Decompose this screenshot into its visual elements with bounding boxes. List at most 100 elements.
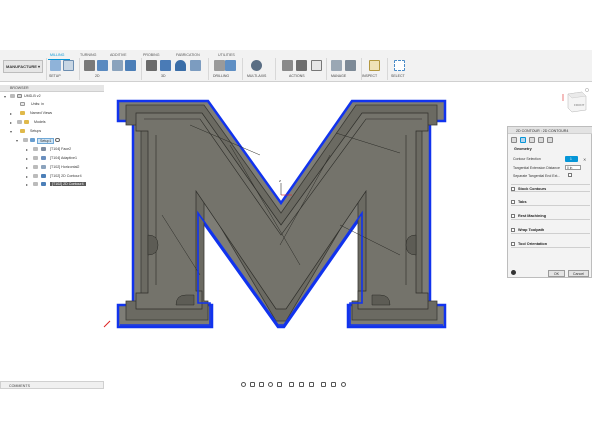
expand-icon[interactable]: ▸ xyxy=(26,156,28,161)
ok-button[interactable]: OK xyxy=(548,270,565,277)
visibility-icon[interactable] xyxy=(33,182,38,186)
fit-icon[interactable] xyxy=(277,382,282,387)
post-process-icon[interactable] xyxy=(296,60,307,71)
visibility-icon[interactable] xyxy=(17,120,22,124)
drill-icon[interactable] xyxy=(214,60,225,71)
fusion-cam-window: MANUFACTURE ▾ MILLING TURNING ADDITIVE P… xyxy=(0,0,592,444)
geometry-tab-icon[interactable] xyxy=(520,137,526,143)
setup-sheet-icon[interactable] xyxy=(63,60,74,71)
display-settings-icon[interactable] xyxy=(289,382,294,387)
expand-icon[interactable]: ▸ xyxy=(26,174,28,179)
section-wrap-toolpath[interactable]: Wrap Toolpath xyxy=(511,226,590,234)
workspace-dropdown[interactable]: MANUFACTURE ▾ xyxy=(3,60,43,73)
tool-library-icon[interactable] xyxy=(331,60,342,71)
2d-pocket-icon[interactable] xyxy=(97,60,108,71)
linking-tab-icon[interactable] xyxy=(547,137,553,143)
group-manage[interactable]: MANAGE xyxy=(331,74,346,78)
tool-tab-icon[interactable] xyxy=(511,137,517,143)
expand-icon[interactable]: ▸ xyxy=(10,120,12,125)
contour-operation-icon xyxy=(41,174,46,178)
section-geometry[interactable]: Geometry xyxy=(511,145,590,153)
comments-panel[interactable]: COMMENTS xyxy=(0,381,104,389)
section-title: Wrap Toolpath xyxy=(518,228,545,232)
expand-icon[interactable]: ▾ xyxy=(4,94,6,99)
look-at-icon[interactable] xyxy=(250,382,255,387)
pocket-clearing-icon[interactable] xyxy=(160,60,171,71)
section-stock-contours[interactable]: Stock Contours xyxy=(511,184,590,192)
activate-icon[interactable] xyxy=(55,138,60,142)
group-select[interactable]: SELECT xyxy=(391,74,405,78)
tab-milling[interactable]: MILLING xyxy=(50,53,64,57)
orbit-icon[interactable] xyxy=(241,382,246,387)
simulate-icon[interactable] xyxy=(282,60,293,71)
section-rest-machining[interactable]: Rest Machining xyxy=(511,212,590,220)
visibility-icon[interactable] xyxy=(10,94,15,98)
visibility-icon[interactable] xyxy=(33,174,38,178)
tangential-extension-field[interactable]: 0 in xyxy=(565,165,581,170)
pan-icon[interactable] xyxy=(259,382,264,387)
tab-fabrication[interactable]: FABRICATION xyxy=(176,53,200,57)
tab-additive[interactable]: ADDITIVE xyxy=(110,53,127,57)
setup-sheet-doc-icon[interactable] xyxy=(311,60,322,71)
navigation-bar xyxy=(241,381,353,389)
visibility-icon[interactable] xyxy=(33,147,38,151)
hole-recognition-icon[interactable] xyxy=(225,60,236,71)
2d-adaptive-icon[interactable] xyxy=(84,60,95,71)
cancel-button[interactable]: Cancel xyxy=(568,270,589,277)
zoom-icon[interactable] xyxy=(268,382,273,387)
show-toolpath-icon[interactable] xyxy=(331,382,336,387)
dialog-titlebar[interactable]: 2D CONTOUR : 2D CONTOUR4 xyxy=(508,127,592,134)
refresh-icon[interactable] xyxy=(341,382,346,387)
visibility-icon[interactable] xyxy=(23,138,28,142)
grid-icon[interactable] xyxy=(299,382,304,387)
section-checkbox[interactable] xyxy=(511,228,515,232)
info-icon[interactable] xyxy=(511,270,516,275)
home-icon[interactable] xyxy=(585,88,589,92)
2d-contour-icon[interactable] xyxy=(125,60,136,71)
browser-header[interactable]: BROWSER xyxy=(0,85,104,92)
model-viewport[interactable]: z xyxy=(100,95,462,335)
group-multi-axis[interactable]: MULTI-AXIS xyxy=(247,74,266,78)
template-library-icon[interactable] xyxy=(345,60,356,71)
expand-icon[interactable]: ▸ xyxy=(26,182,28,187)
tab-turning[interactable]: TURNING xyxy=(80,53,96,57)
section-tool-orientation[interactable]: Tool Orientation xyxy=(511,240,590,248)
measure-icon[interactable] xyxy=(369,60,380,71)
3d-adaptive-icon[interactable] xyxy=(146,60,157,71)
heights-tab-icon[interactable] xyxy=(529,137,535,143)
section-checkbox[interactable] xyxy=(511,200,515,204)
expand-icon[interactable]: ▾ xyxy=(10,129,12,134)
section-checkbox[interactable] xyxy=(511,214,515,218)
group-setup[interactable]: SETUP xyxy=(49,74,61,78)
group-inspect[interactable]: INSPECT xyxy=(362,74,377,78)
section-checkbox[interactable] xyxy=(511,187,515,191)
view-cube[interactable]: FRONT xyxy=(560,86,590,116)
group-2d[interactable]: 2D xyxy=(95,74,99,78)
face-operation-icon xyxy=(41,147,46,151)
visibility-icon[interactable] xyxy=(33,165,38,169)
section-checkbox[interactable] xyxy=(511,242,515,246)
expand-icon[interactable]: ▾ xyxy=(16,138,18,143)
steep-shallow-icon[interactable] xyxy=(175,60,186,71)
section-tabs[interactable]: Tabs xyxy=(511,198,590,206)
group-actions[interactable]: ACTIONS xyxy=(289,74,305,78)
separate-tangential-checkbox[interactable] xyxy=(568,173,572,177)
select-icon[interactable] xyxy=(394,60,405,71)
viewports-icon[interactable] xyxy=(309,382,314,387)
expand-icon[interactable]: ▸ xyxy=(10,111,12,116)
new-setup-icon[interactable] xyxy=(50,60,61,71)
tab-utilities[interactable]: UTILITIES xyxy=(218,53,235,57)
clear-selection-icon[interactable]: ✕ xyxy=(583,157,586,162)
group-drilling[interactable]: DRILLING xyxy=(213,74,229,78)
expand-icon[interactable]: ▸ xyxy=(26,147,28,152)
section-analysis-icon[interactable] xyxy=(321,382,326,387)
multi-axis-icon[interactable] xyxy=(251,60,262,71)
contour-selection-button[interactable]: 1 xyxy=(565,156,578,162)
passes-tab-icon[interactable] xyxy=(538,137,544,143)
tab-probing[interactable]: PROBING xyxy=(143,53,160,57)
face-icon[interactable] xyxy=(112,60,123,71)
scallop-icon[interactable] xyxy=(190,60,201,71)
expand-icon[interactable]: ▸ xyxy=(26,165,28,170)
group-3d[interactable]: 3D xyxy=(161,74,165,78)
visibility-icon[interactable] xyxy=(33,156,38,160)
